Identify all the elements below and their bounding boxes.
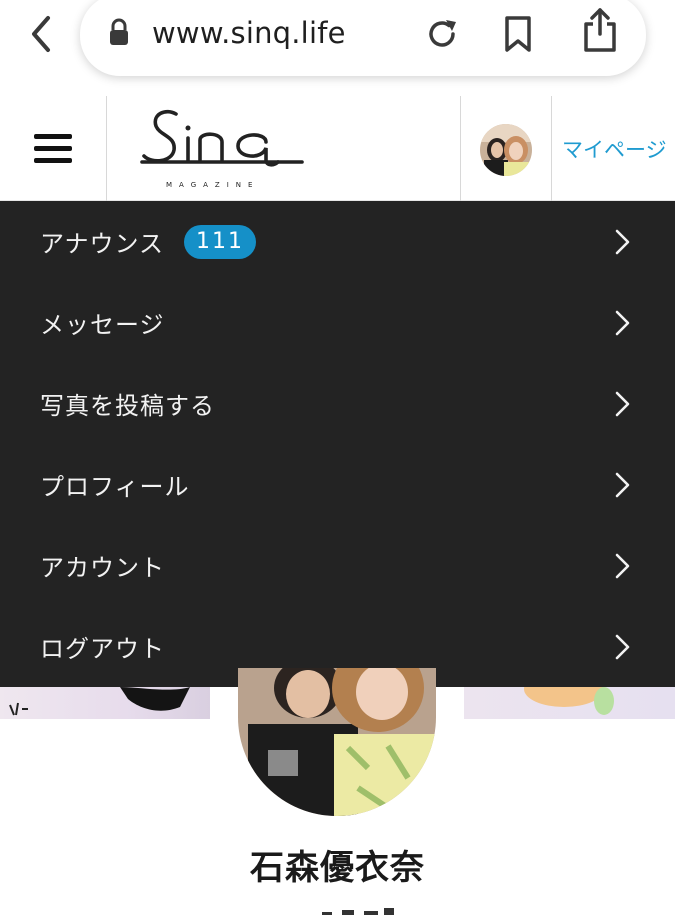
chevron-right-icon <box>615 634 630 659</box>
cover-artwork <box>9 687 190 716</box>
back-button[interactable] <box>22 12 58 56</box>
logo-wordmark <box>140 109 304 167</box>
header-divider <box>460 96 461 201</box>
navigation-menu: アナウンス 111 メッセージ 写真を投稿する プロフィール アカウント ログア… <box>0 201 675 687</box>
menu-item-profile[interactable]: プロフィール <box>0 444 675 525</box>
lock-icon <box>110 18 128 45</box>
header-divider <box>551 96 552 201</box>
mypage-link[interactable]: マイページ <box>562 134 667 164</box>
chevron-left-icon <box>32 16 50 52</box>
menu-item-label: ログアウト <box>40 635 165 663</box>
menu-item-label: アカウント <box>40 554 165 582</box>
chevron-right-icon <box>615 310 630 335</box>
header-divider <box>106 96 107 201</box>
chevron-right-icon <box>615 472 630 497</box>
reload-icon[interactable] <box>422 14 462 54</box>
cropped-text-fragment <box>322 908 394 915</box>
menu-item-label: メッセージ <box>40 311 165 339</box>
chevron-right-icon <box>615 391 630 416</box>
share-icon[interactable] <box>580 6 620 54</box>
profile-subtitle-partial <box>0 900 675 917</box>
cover-artwork <box>524 687 614 715</box>
menu-item-announce[interactable]: アナウンス 111 <box>0 201 675 282</box>
hamburger-menu-icon[interactable] <box>34 134 72 164</box>
chevron-right-icon <box>615 229 630 254</box>
notification-badge: 111 <box>184 225 256 259</box>
avatar-photo <box>480 124 532 176</box>
browser-toolbar: www.sinq.life <box>0 0 675 96</box>
menu-item-account[interactable]: アカウント <box>0 525 675 606</box>
user-avatar[interactable] <box>480 124 532 176</box>
site-header: MAGAZINE マイページ <box>0 96 675 201</box>
menu-item-label: 写真を投稿する <box>40 392 215 420</box>
bookmark-icon[interactable] <box>500 14 536 54</box>
sinq-logo[interactable]: MAGAZINE <box>138 100 310 198</box>
menu-item-label: アナウンス <box>40 230 165 258</box>
menu-item-label: プロフィール <box>40 473 190 501</box>
cover-image-right <box>464 687 675 719</box>
url-text[interactable]: www.sinq.life <box>152 16 346 50</box>
menu-item-post-photo[interactable]: 写真を投稿する <box>0 363 675 444</box>
profile-name: 石森優衣奈 <box>250 848 425 888</box>
logo-subtitle: MAGAZINE <box>166 181 260 189</box>
cover-image-left <box>0 687 210 719</box>
chevron-right-icon <box>615 553 630 578</box>
address-bar[interactable]: www.sinq.life <box>80 0 646 76</box>
menu-item-messages[interactable]: メッセージ <box>0 282 675 363</box>
